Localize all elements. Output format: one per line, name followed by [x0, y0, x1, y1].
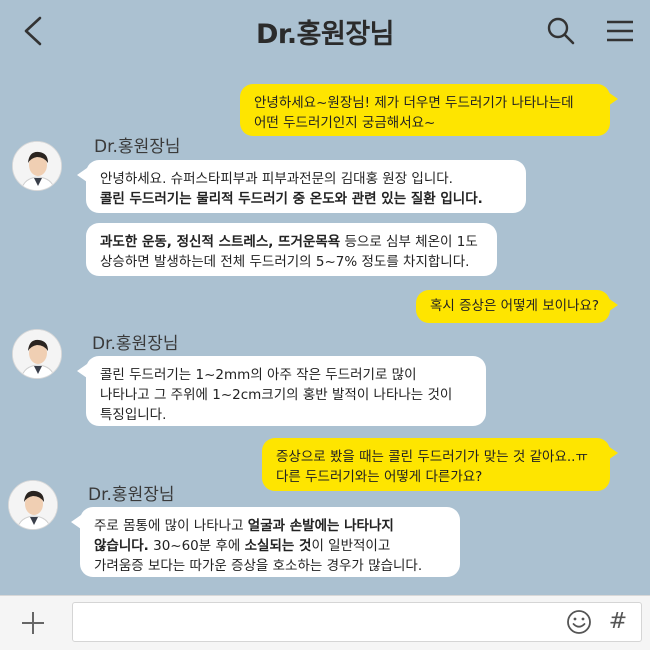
their-message-bubble: 콜린 두드러기는 1~2mm의 아주 작은 두드러기로 많이 나타나고 그 주위…: [86, 356, 486, 426]
message-text-bold: 과도한 운동, 정신적 스트레스, 뜨거운목욕: [100, 234, 341, 250]
message-text: 혹시 증상은 어떻게 보이나요?: [430, 298, 600, 314]
bubble-tail: [608, 446, 618, 460]
sender-name: Dr.홍원장님: [92, 334, 179, 354]
bubble-tail: [77, 168, 87, 182]
emoji-button[interactable]: [566, 609, 592, 635]
avatar[interactable]: [8, 480, 58, 530]
message-text: 특징입니다.: [100, 407, 167, 423]
my-message-bubble: 증상으로 봤을 때는 콜린 두드러기가 맞는 것 같아요..ㅠ 다른 두드러기와…: [262, 438, 610, 491]
sender-name: Dr.홍원장님: [88, 485, 175, 505]
message-text: 주로 몸통에 많이 나타나고 얼굴과 손발에는 나타나지: [94, 516, 446, 536]
hashtag-button[interactable]: #: [605, 608, 631, 636]
chat-header: Dr.홍원장님: [0, 0, 650, 62]
message-text-bold: 얼굴과 손발에는 나타나지: [247, 518, 394, 534]
their-message-bubble: 과도한 운동, 정신적 스트레스, 뜨거운목욕 등으로 심부 체온이 1도 상승…: [86, 223, 497, 276]
message-text: 과도한 운동, 정신적 스트레스, 뜨거운목욕 등으로 심부 체온이 1도: [100, 232, 483, 252]
message-text: 주로 몸통에 많이 나타나고: [94, 518, 248, 534]
menu-button[interactable]: [603, 14, 637, 48]
bubble-tail: [608, 298, 618, 312]
message-text: 가려움증 보다는 따가운 증상을 호소하는 경우가 많습니다.: [94, 558, 423, 574]
bubble-tail: [77, 364, 87, 378]
plus-icon: [22, 612, 44, 634]
message-text: 어떤 두드러기인지 궁금해서요~: [254, 115, 436, 131]
message-text: 콜린 두드러기는 1~2mm의 아주 작은 두드러기로 많이: [100, 367, 417, 383]
bubble-tail: [71, 515, 81, 529]
message-text-bold: 않습니다.: [94, 538, 149, 554]
message-text: 다른 두드러기와는 어떻게 다른가요?: [276, 469, 483, 485]
doctor-avatar-icon: [13, 142, 61, 190]
message-text: 이 일반적이고: [311, 538, 391, 554]
my-message-bubble: 안녕하세요~원장님! 제가 더우면 두드러기가 나타나는데 어떤 두드러기인지 …: [240, 84, 610, 136]
message-text-bold: 콜린 두드러기는 물리적 두드러기 중 온도와 관련 있는 질환 입니다.: [100, 191, 483, 207]
message-text: 30~60분 후에: [148, 538, 245, 554]
avatar[interactable]: [12, 329, 62, 379]
avatar[interactable]: [12, 141, 62, 191]
message-text-bold: 소실되는 것: [244, 538, 312, 554]
hamburger-menu-icon: [607, 20, 633, 42]
doctor-avatar-icon: [9, 481, 57, 529]
message-text: 안녕하세요. 슈퍼스타피부과 피부과전문의 김대홍 원장 입니다.: [100, 171, 453, 187]
sender-name: Dr.홍원장님: [94, 137, 181, 157]
message-text: 등으로 심부 체온이 1도: [340, 234, 478, 250]
their-message-bubble: 안녕하세요. 슈퍼스타피부과 피부과전문의 김대홍 원장 입니다. 콜린 두드러…: [86, 160, 526, 213]
message-input[interactable]: [72, 602, 642, 642]
my-message-bubble: 혹시 증상은 어떻게 보이나요?: [416, 290, 610, 323]
search-button[interactable]: [544, 14, 578, 48]
message-text: 않습니다. 30~60분 후에 소실되는 것이 일반적이고: [94, 536, 446, 556]
bubble-tail: [608, 92, 618, 106]
message-input-bar: #: [0, 595, 650, 650]
message-text: 증상으로 봤을 때는 콜린 두드러기가 맞는 것 같아요..ㅠ: [276, 449, 588, 465]
their-message-bubble: 주로 몸통에 많이 나타나고 얼굴과 손발에는 나타나지 않습니다. 30~60…: [80, 507, 460, 577]
doctor-avatar-icon: [13, 330, 61, 378]
message-text: 안녕하세요~원장님! 제가 더우면 두드러기가 나타나는데: [254, 95, 574, 111]
message-text: 나타나고 그 주위에 1~2cm크기의 홍반 발적이 나타나는 것이: [100, 387, 453, 403]
message-text: 상승하면 발생하는데 전체 두드러기의 5~7% 정도를 차지합니다.: [100, 254, 470, 270]
emoji-smile-icon: [567, 610, 591, 634]
search-icon: [547, 17, 575, 45]
attach-button[interactable]: [18, 608, 48, 638]
